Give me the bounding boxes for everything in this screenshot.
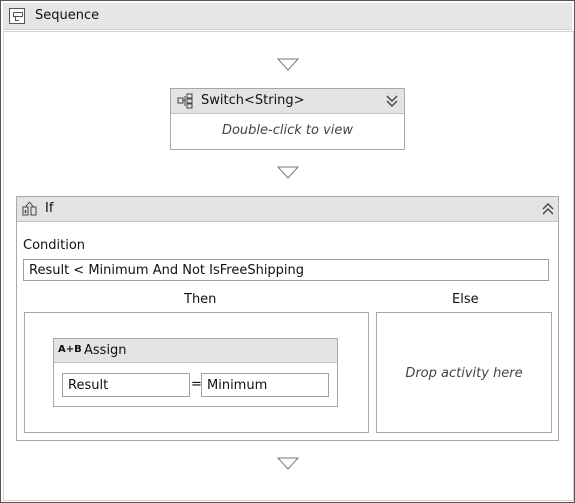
if-title: If xyxy=(45,201,54,216)
if-header[interactable]: If xyxy=(17,197,558,222)
condition-label: Condition xyxy=(23,238,86,253)
switch-activity[interactable]: Switch<String> Double-click to view xyxy=(170,88,405,150)
expand-chevron-icon[interactable] xyxy=(385,94,399,108)
drop-arrow-icon[interactable] xyxy=(277,166,299,180)
assign-value-input[interactable]: Minimum xyxy=(201,373,329,397)
assign-title: Assign xyxy=(84,343,127,358)
sequence-icon xyxy=(9,8,25,24)
assign-header[interactable]: A+B Assign xyxy=(54,339,337,363)
else-drop-hint: Drop activity here xyxy=(405,366,523,381)
sequence-title: Sequence xyxy=(35,8,100,23)
drop-arrow-icon[interactable] xyxy=(277,457,299,471)
sequence-header[interactable]: Sequence xyxy=(3,3,572,30)
switch-header[interactable]: Switch<String> xyxy=(171,89,404,114)
assign-activity[interactable]: A+B Assign Result = Minimum xyxy=(53,338,338,407)
else-drop-zone[interactable]: Drop activity here xyxy=(376,312,552,433)
collapse-chevron-icon[interactable] xyxy=(541,202,555,216)
switch-view-hint: Double-click to view xyxy=(221,123,354,138)
drop-arrow-icon[interactable] xyxy=(277,58,299,72)
if-icon xyxy=(22,201,37,216)
switch-icon xyxy=(177,93,193,109)
else-label: Else xyxy=(452,292,479,307)
assign-to-input[interactable]: Result xyxy=(62,373,190,397)
switch-title: Switch<String> xyxy=(201,93,305,108)
assign-icon: A+B xyxy=(58,344,82,355)
condition-input[interactable]: Result < Minimum And Not IsFreeShipping xyxy=(23,259,549,281)
then-label: Then xyxy=(184,292,217,307)
